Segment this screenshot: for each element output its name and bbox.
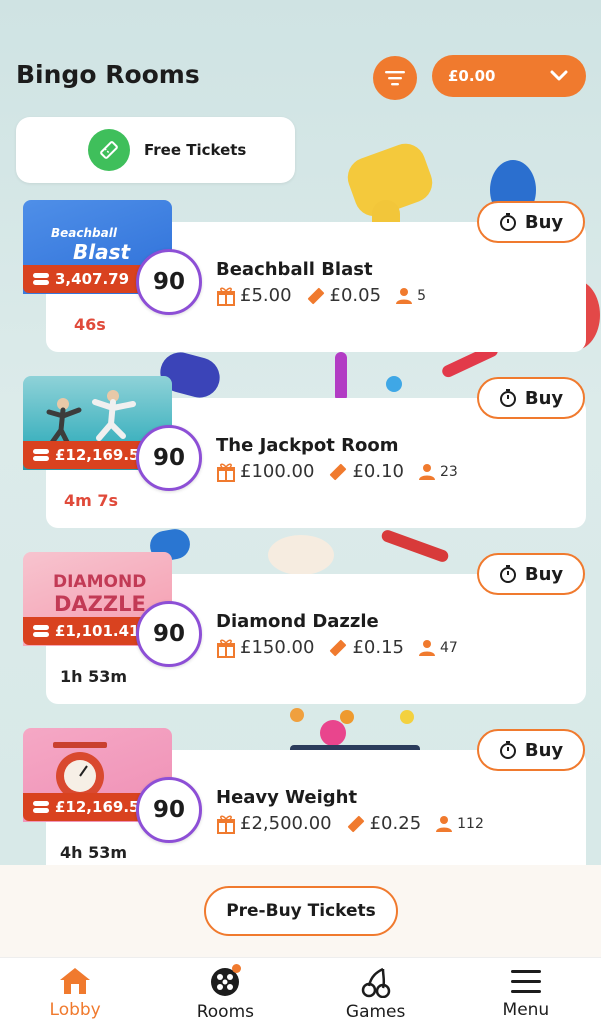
prebuy-tickets-button[interactable]: Pre-Buy Tickets <box>204 886 398 936</box>
nav-menu[interactable]: Menu <box>451 958 601 1024</box>
stopwatch-icon <box>499 741 516 759</box>
gift-icon <box>217 815 235 834</box>
stopwatch-icon <box>499 389 516 407</box>
room-stats: £2,500.00 £0.25 112 <box>216 813 498 834</box>
gift-icon <box>217 463 235 482</box>
filter-icon <box>385 71 405 86</box>
player-count: 5 <box>417 287 426 304</box>
cherries-icon <box>361 967 390 998</box>
buy-label: Buy <box>524 387 564 409</box>
balance-value: £0.00 <box>448 67 496 85</box>
home-icon <box>60 968 91 994</box>
gift-icon <box>217 287 235 306</box>
ticket-price: £0.25 <box>369 813 422 834</box>
countdown-timer: 1h 53m <box>60 667 128 686</box>
bottom-nav: Lobby Rooms Games Menu <box>0 957 601 1024</box>
free-tickets-label: Free Tickets <box>144 141 247 159</box>
room-name: Beachball Blast <box>216 259 373 280</box>
room-name: The Jackpot Room <box>216 435 399 456</box>
player-count: 23 <box>439 463 458 480</box>
nav-label: Games <box>345 1002 406 1022</box>
stopwatch-icon <box>499 565 516 583</box>
jackpot-amount: £1,101.41 <box>55 622 140 640</box>
page-title: Bingo Rooms <box>16 60 200 89</box>
ball-count-badge: 90 <box>136 777 202 843</box>
ticket-price-icon <box>347 815 364 832</box>
room-stats: £150.00 £0.15 47 <box>216 637 472 658</box>
nav-label: Menu <box>502 1000 550 1020</box>
coins-icon <box>33 625 49 637</box>
ticket-price-icon <box>330 639 347 656</box>
chevron-down-icon <box>550 70 568 81</box>
buy-label: Buy <box>524 211 564 233</box>
free-tickets-button[interactable]: Free Tickets <box>16 117 295 183</box>
ticket-price: £0.15 <box>352 637 404 658</box>
room-stats: £100.00 £0.10 23 <box>216 461 472 482</box>
players-icon <box>418 639 435 656</box>
player-count: 47 <box>439 639 458 656</box>
players-icon <box>436 815 453 832</box>
ticket-price-icon <box>330 463 347 480</box>
player-count: 112 <box>457 815 484 832</box>
nav-lobby[interactable]: Lobby <box>0 958 150 1024</box>
jackpot-amount: £12,169.5 <box>55 446 140 464</box>
room-name: Diamond Dazzle <box>216 611 379 632</box>
prize-value: £5.00 <box>240 285 292 306</box>
countdown-timer: 46s <box>74 315 106 334</box>
nav-label: Rooms <box>196 1002 255 1022</box>
nav-games[interactable]: Games <box>301 958 451 1024</box>
ticket-icon <box>88 129 130 171</box>
buy-button[interactable]: Buy <box>477 201 585 243</box>
ball-count-badge: 90 <box>136 601 202 667</box>
coins-icon <box>33 449 49 461</box>
countdown-timer: 4m 7s <box>64 491 119 510</box>
players-icon <box>418 463 435 480</box>
buy-button[interactable]: Buy <box>477 729 585 771</box>
nav-label: Lobby <box>49 1000 101 1020</box>
jackpot-amount: 3,407.79 <box>55 270 130 288</box>
prize-value: £150.00 <box>240 637 315 658</box>
thumbnail-title-line2: DAZZLE <box>54 592 146 616</box>
buy-button[interactable]: Buy <box>477 377 585 419</box>
thumbnail-title-line1: DIAMOND <box>53 572 147 592</box>
ticket-price-icon <box>307 287 324 304</box>
buy-button[interactable]: Buy <box>477 553 585 595</box>
room-name: Heavy Weight <box>216 787 358 808</box>
thumbnail-title-line2: Blast <box>73 240 131 264</box>
ticket-price: £0.10 <box>352 461 404 482</box>
coins-icon <box>33 273 49 285</box>
ball-count-badge: 90 <box>136 249 202 315</box>
prize-value: £100.00 <box>240 461 315 482</box>
ball-count-badge: 90 <box>136 425 202 491</box>
ticket-price: £0.05 <box>329 285 382 306</box>
players-icon <box>396 287 413 304</box>
buy-label: Buy <box>524 563 564 585</box>
balance-dropdown[interactable]: £0.00 <box>432 55 586 97</box>
buy-label: Buy <box>524 739 564 761</box>
gift-icon <box>217 639 235 658</box>
nav-rooms[interactable]: Rooms <box>150 958 300 1024</box>
coins-icon <box>33 801 49 813</box>
stopwatch-icon <box>499 213 516 231</box>
room-stats: £5.00 £0.05 5 <box>216 285 440 306</box>
thumbnail-title-line1: Beachball <box>51 226 117 240</box>
hamburger-icon <box>510 970 541 993</box>
filter-button[interactable] <box>373 56 417 100</box>
jackpot-amount: £12,169.5 <box>55 798 140 816</box>
prize-value: £2,500.00 <box>240 813 332 834</box>
countdown-timer: 4h 53m <box>60 843 128 862</box>
